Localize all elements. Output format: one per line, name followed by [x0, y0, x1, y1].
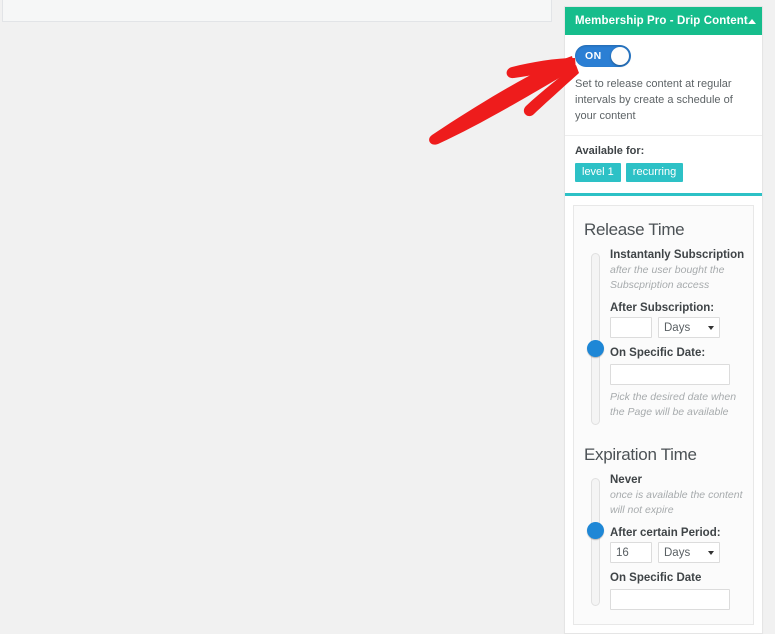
- available-for-tags: level 1 recurring: [575, 163, 752, 182]
- expiration-never-title: Never: [610, 474, 642, 486]
- expiration-time-section: Expiration Time Never once is available …: [574, 445, 753, 610]
- expiration-never-help: once is available the content will not e…: [610, 489, 743, 516]
- release-option-specific-date[interactable]: On Specific Date: Pick the desired date …: [610, 347, 745, 420]
- release-period-unit-select[interactable]: Days: [658, 317, 720, 338]
- drip-settings-card: Release Time Instantanly Subscription af…: [573, 205, 754, 625]
- release-time-heading: Release Time: [584, 220, 685, 239]
- toggle-description: Set to release content at regular interv…: [575, 78, 733, 122]
- toggle-section: ON Set to release content at regular int…: [565, 35, 762, 135]
- editor-panel-placeholder: [2, 0, 552, 22]
- membership-level-tag[interactable]: recurring: [625, 163, 684, 182]
- drip-content-metabox: Membership Pro - Drip Content ON Set to …: [564, 6, 763, 634]
- release-instantly-title: Instantanly Subscription: [610, 249, 745, 261]
- expiration-period-input[interactable]: [610, 542, 652, 563]
- expiration-slider-handle[interactable]: [587, 522, 604, 539]
- release-option-after-subscription[interactable]: After Subscription: Days: [610, 302, 745, 338]
- available-for-label: Available for:: [575, 145, 645, 157]
- release-slider[interactable]: [582, 249, 610, 429]
- available-for-section: Available for: level 1 recurring: [565, 135, 762, 193]
- release-period-unit-value: Days: [664, 321, 691, 334]
- chevron-down-icon: [708, 550, 714, 555]
- drip-enable-toggle[interactable]: ON: [575, 45, 631, 67]
- release-time-section: Release Time Instantanly Subscription af…: [574, 220, 753, 429]
- release-option-instantly[interactable]: Instantanly Subscription after the user …: [610, 249, 745, 293]
- release-slider-track[interactable]: [591, 253, 600, 425]
- toggle-knob[interactable]: [611, 47, 629, 65]
- expiration-option-after-period[interactable]: After certain Period: Days: [610, 527, 745, 563]
- release-after-subscription-title: After Subscription:: [610, 302, 715, 314]
- teal-divider: [565, 193, 762, 196]
- editor-background: [0, 0, 560, 590]
- release-period-input[interactable]: [610, 317, 652, 338]
- release-specific-date-help: Pick the desired date when the Page will…: [610, 391, 737, 418]
- release-specific-date-input[interactable]: [610, 364, 730, 385]
- expiration-slider-track[interactable]: [591, 478, 600, 606]
- membership-level-tag[interactable]: level 1: [575, 163, 621, 182]
- expiration-after-period-title: After certain Period:: [610, 527, 721, 539]
- caret-up-icon[interactable]: [747, 18, 756, 24]
- expiration-period-unit-value: Days: [664, 546, 691, 559]
- expiration-time-heading: Expiration Time: [584, 445, 697, 464]
- release-slider-handle[interactable]: [587, 340, 604, 357]
- release-time-options: Instantanly Subscription after the user …: [582, 249, 745, 429]
- toggle-state-label: ON: [585, 50, 602, 62]
- chevron-down-icon: [708, 325, 714, 330]
- metabox-header[interactable]: Membership Pro - Drip Content: [565, 7, 762, 35]
- expiration-period-unit-select[interactable]: Days: [658, 542, 720, 563]
- expiration-option-specific-date[interactable]: On Specific Date: [610, 572, 745, 610]
- metabox-title: Membership Pro - Drip Content: [575, 15, 748, 27]
- release-instantly-help: after the user bought the Subscpription …: [610, 264, 725, 291]
- expiration-specific-date-title: On Specific Date: [610, 572, 702, 584]
- expiration-option-never[interactable]: Never once is available the content will…: [610, 474, 745, 518]
- release-specific-date-title: On Specific Date:: [610, 347, 706, 359]
- expiration-specific-date-input[interactable]: [610, 589, 730, 610]
